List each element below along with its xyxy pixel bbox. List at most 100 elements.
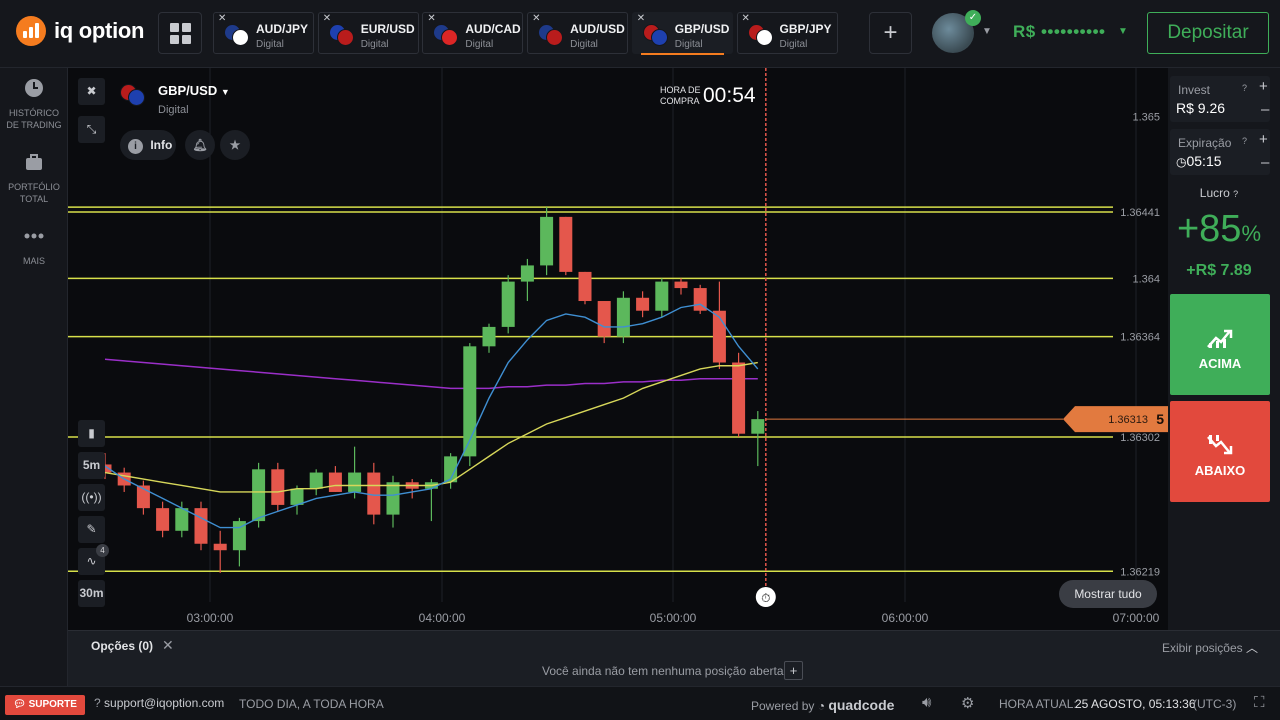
empty-positions-message: Você ainda não tem nenhuma posição abert… — [542, 664, 784, 678]
collapse-icon: ⤡ — [86, 122, 97, 136]
expiration-increase-button[interactable]: + — [1259, 131, 1268, 148]
alert-button[interactable]: 🔔︎ — [185, 130, 215, 160]
asset-tab[interactable]: ✕ GBP/USD Digital — [631, 12, 733, 55]
show-all-button[interactable]: Mostrar tudo — [1059, 580, 1157, 608]
clock-icon — [25, 79, 43, 97]
invest-decrease-button[interactable]: – — [1261, 101, 1269, 118]
profit-percent: +85% — [1176, 208, 1262, 250]
candle-body — [156, 508, 170, 531]
options-title[interactable]: Opções (0) — [91, 639, 153, 653]
pencil-icon: ✎ — [86, 522, 97, 536]
asset-tab[interactable]: ✕ AUD/JPY Digital — [213, 12, 314, 54]
candles-icon: ▮ — [88, 426, 95, 440]
expiration-field[interactable]: Expiração ? + ◷05:15 – — [1170, 129, 1270, 175]
collapse-button[interactable]: ⤡ — [78, 116, 105, 143]
sidebar-item-label: TOTAL — [19, 194, 49, 204]
support-button[interactable]: 💬︎ SUPORTE — [5, 695, 85, 715]
deposit-button[interactable]: Depositar — [1147, 12, 1269, 54]
sidebar-item-more[interactable]: MAIS — [0, 226, 68, 267]
help-circle-icon: ? — [94, 696, 101, 710]
close-tab-icon[interactable]: ✕ — [637, 13, 645, 24]
asset-tab[interactable]: ✕ AUD/USD Digital — [527, 12, 629, 54]
close-icon: ✖ — [86, 84, 97, 98]
favorite-button[interactable]: ★ — [220, 130, 250, 160]
candle-body — [290, 488, 304, 505]
sidebar-item-label: PORTFÓLIO — [8, 182, 60, 192]
expiration-decrease-button[interactable]: – — [1261, 154, 1269, 171]
timezone: (UTC-3) — [1193, 697, 1237, 711]
options-bar: Opções (0) ✕ Exibir posições ︿ Você aind… — [68, 630, 1280, 686]
candle-body — [213, 543, 227, 551]
close-options-icon[interactable]: ✕ — [162, 637, 174, 654]
asset-tab[interactable]: ✕ GBP/JPY Digital — [736, 12, 838, 54]
asset-tab[interactable]: ✕ EUR/USD Digital — [317, 12, 419, 54]
left-sidebar: HISTÓRICO DE TRADING PORTFÓLIO TOTAL MAI… — [0, 68, 68, 686]
candle-body — [328, 472, 342, 492]
fullscreen-icon[interactable]: ⛶ — [1254, 694, 1265, 711]
chart-type-button[interactable]: ▮ — [78, 420, 105, 447]
tab-type: Digital — [360, 39, 389, 50]
y-tick-label: 1.36364 — [1120, 332, 1160, 344]
draw-tool-button[interactable]: ✎ — [78, 516, 105, 543]
support-email[interactable]: ? support@iqoption.com — [94, 696, 224, 710]
sound-icon[interactable]: 🔊︎ — [922, 694, 931, 711]
chart-area[interactable]: 03:00:00 04:00:00 05:00:00 06:00:00 07:00:00… — [68, 68, 1168, 630]
current-time-label: HORA ATUAL: — [999, 697, 1077, 711]
buy-down-button[interactable]: ABAIXO — [1170, 401, 1270, 502]
flags-icon — [747, 24, 774, 46]
candle-body — [655, 281, 669, 311]
close-tab-icon[interactable]: ✕ — [218, 13, 226, 24]
close-tab-icon[interactable]: ✕ — [742, 13, 750, 24]
profit-label: Lucro ? — [1199, 186, 1239, 200]
buy-up-label: ACIMA — [1198, 356, 1242, 371]
support-hours: TODO DIA, A TODA HORA — [239, 697, 384, 711]
indicators-button[interactable]: ((•)) — [78, 484, 105, 511]
invest-increase-button[interactable]: + — [1259, 78, 1268, 95]
tab-symbol: EUR/USD — [360, 22, 415, 36]
sidebar-item-portfolio[interactable]: PORTFÓLIO TOTAL — [0, 152, 68, 205]
candle-body — [252, 469, 266, 522]
expiration-label: Expiração — [1178, 136, 1232, 150]
help-icon: ? — [1233, 189, 1239, 199]
settings-gear-icon[interactable]: ⚙ — [961, 694, 974, 712]
close-tab-icon[interactable]: ✕ — [323, 13, 331, 24]
tab-type: Digital — [674, 39, 703, 50]
logo[interactable]: iq option — [16, 16, 144, 46]
help-icon[interactable]: ? — [1242, 83, 1247, 93]
trend-up-icon — [1207, 329, 1233, 348]
show-positions-button[interactable]: Exibir posições ︿ — [1162, 639, 1258, 656]
flags-icon — [224, 24, 250, 46]
candle-body — [501, 281, 515, 327]
star-icon: ★ — [229, 138, 241, 152]
period-button[interactable]: 30m — [78, 580, 105, 607]
info-button[interactable]: i Info — [120, 130, 176, 160]
close-chart-button[interactable]: ✖ — [78, 78, 105, 105]
current-price-tail: 5 — [1156, 411, 1164, 427]
top-bar: iq option ✕ AUD/JPY Digital ✕ EUR/USD Digital… — [0, 0, 1280, 68]
add-tab-button[interactable]: + — [869, 12, 912, 54]
apps-grid-button[interactable] — [158, 12, 202, 54]
avatar-chevron-down-icon[interactable]: ▼ — [982, 26, 992, 37]
balance-chevron-down-icon[interactable]: ▼ — [1118, 26, 1128, 37]
timeframe-button[interactable]: 5m — [78, 452, 105, 479]
flags-icon — [538, 24, 564, 46]
balance-display[interactable]: R$ •••••••••• — [1013, 22, 1105, 42]
tab-type: Digital — [570, 39, 598, 50]
add-position-button[interactable]: + — [784, 661, 803, 680]
sidebar-item-trading-history[interactable]: HISTÓRICO DE TRADING — [0, 78, 68, 131]
help-icon[interactable]: ? — [1242, 136, 1247, 146]
asset-tab[interactable]: ✕ AUD/CAD Digital — [422, 12, 524, 54]
powered-by[interactable]: Powered by ◔ quadcode — [751, 697, 894, 713]
candle-body — [175, 508, 189, 531]
candle-body — [540, 216, 554, 266]
expiration-value[interactable]: ◷05:15 — [1176, 153, 1222, 169]
close-tab-icon[interactable]: ✕ — [427, 13, 435, 24]
buy-up-button[interactable]: ACIMA — [1170, 294, 1270, 395]
bell-icon: 🔔︎ — [192, 138, 208, 152]
invest-field[interactable]: Invest ? + R$ 9.26 – — [1170, 76, 1270, 122]
invest-value[interactable]: R$ 9.26 — [1176, 100, 1225, 116]
flags-icon — [433, 24, 459, 46]
asset-name[interactable]: GBP/USD ▼ — [158, 83, 230, 98]
signal-icon: ((•)) — [81, 490, 102, 504]
close-tab-icon[interactable]: ✕ — [532, 13, 540, 24]
